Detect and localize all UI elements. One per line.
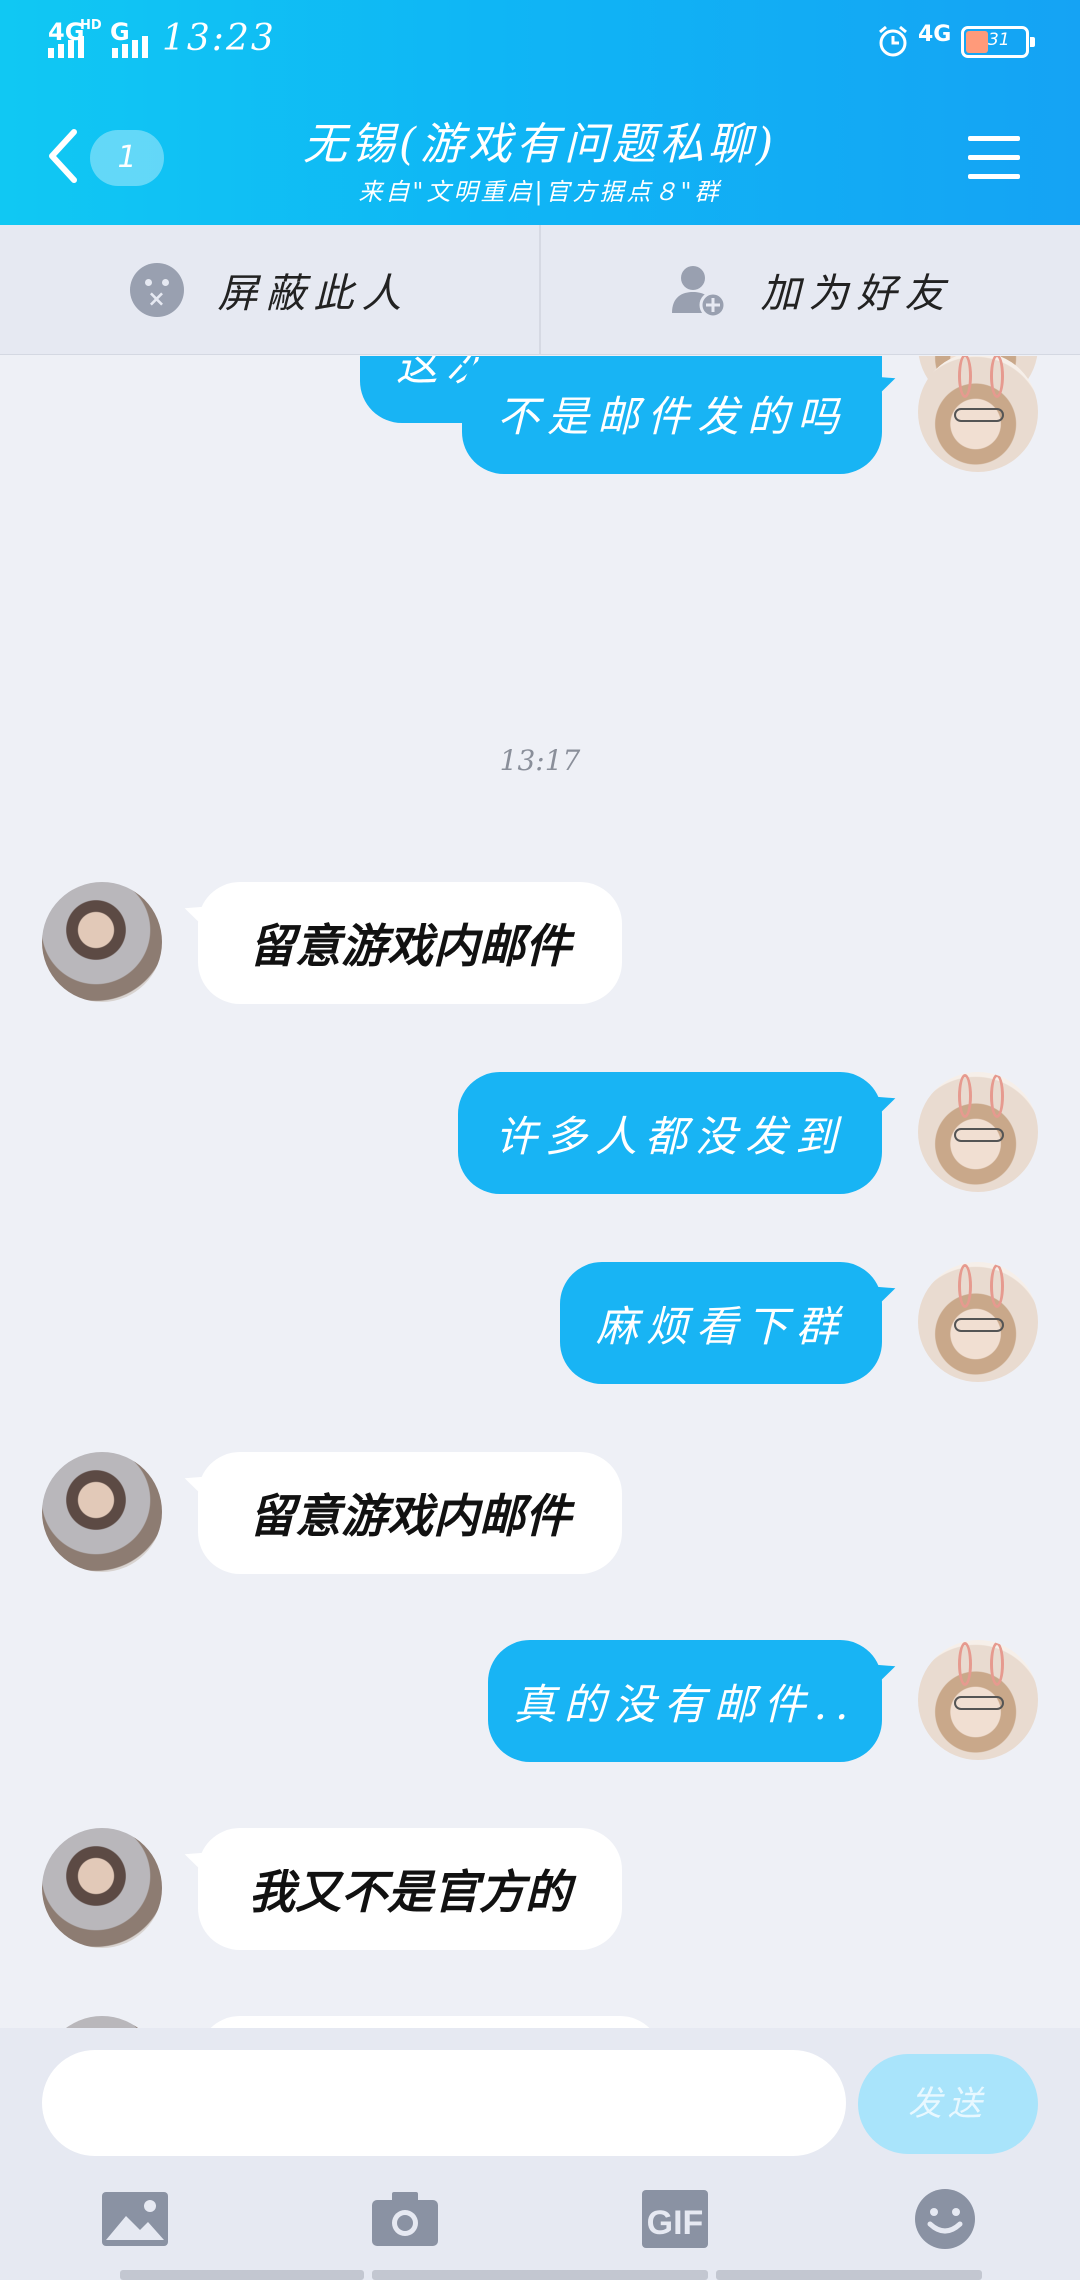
incoming-bubble[interactable]: 我又不是官方的 [198,1828,622,1950]
composer: 发送 GIF [0,2028,1080,2280]
keyboard-tab-indicator [372,2270,708,2280]
alarm-icon [879,25,907,57]
my-avatar[interactable] [918,1072,1038,1192]
battery-icon: 31 [961,26,1035,58]
unread-count-badge[interactable]: 1 [90,130,164,186]
add-friend-button[interactable]: 加为好友 [539,225,1080,354]
message-row: 真的没有邮件.. [0,1640,1080,1764]
network-label: 4G [918,22,952,47]
message-row-partial [0,2016,1080,2028]
contact-avatar[interactable] [42,2016,162,2028]
outgoing-bubble[interactable]: 真的没有邮件.. [488,1640,882,1762]
contact-avatar[interactable] [42,1452,162,1572]
signal-hd-label: HD [80,18,102,33]
incoming-bubble[interactable]: 留意游戏内邮件 [198,882,622,1004]
my-avatar[interactable] [918,1640,1038,1760]
block-user-label: 屏蔽此人 [217,270,410,317]
add-friend-icon [671,265,726,318]
header: 4G HD G 13:23 4G 31 1 无锡(游戏有问题私聊) 来自"文明重… [0,0,1080,225]
block-user-button[interactable]: × 屏蔽此人 [0,225,539,354]
emoji-icon[interactable] [910,2188,980,2250]
message-row: 留意游戏内邮件 [0,882,1080,1006]
chat-subtitle: 来自"文明重启|官方据点８"群 [358,178,722,206]
my-avatar[interactable] [918,356,1038,472]
menu-icon[interactable] [968,134,1024,182]
keyboard-tab-indicator [716,2270,982,2280]
message-row: 不是邮件发的吗 [0,356,1080,492]
message-row: 麻烦看下群 [0,1262,1080,1386]
message-input[interactable] [42,2050,846,2156]
keyboard-tab-indicator [120,2270,364,2280]
outgoing-bubble[interactable]: 许多人都没发到 [458,1072,882,1194]
my-avatar[interactable] [918,1262,1038,1382]
message-timestamp: 13:17 [499,744,581,777]
image-icon[interactable] [100,2188,170,2250]
stranger-action-bar: × 屏蔽此人 加为好友 [0,225,1080,355]
outgoing-bubble[interactable]: 麻烦看下群 [560,1262,882,1384]
message-row: 我又不是官方的 [0,1828,1080,1952]
battery-level: 31 [988,30,1010,50]
signal-bars-icon [48,36,84,58]
message-list[interactable]: 这次更新的奖励是啥 不是邮件发的吗 13:17 留意游戏内邮件 许多人都没发到 … [0,356,1080,2028]
message-row: 许多人都没发到 [0,1072,1080,1196]
send-button[interactable]: 发送 [858,2054,1038,2154]
gif-icon[interactable]: GIF [640,2188,710,2250]
message-row: 留意游戏内邮件 [0,1452,1080,1576]
svg-text:GIF: GIF [647,2204,704,2242]
clock: 13:23 [162,18,276,59]
back-chevron-icon[interactable] [46,128,80,184]
signal2-bars-icon [112,36,148,58]
outgoing-bubble[interactable]: 不是邮件发的吗 [462,356,882,474]
contact-avatar[interactable] [42,1828,162,1948]
contact-avatar[interactable] [42,882,162,1002]
block-face-icon: × [129,262,184,317]
status-bar: 4G HD G 13:23 4G 31 [0,0,1080,80]
camera-icon[interactable] [370,2188,440,2250]
chat-title: 无锡(游戏有问题私聊) [302,119,778,170]
incoming-bubble-partial[interactable] [198,2016,662,2028]
incoming-bubble[interactable]: 留意游戏内邮件 [198,1452,622,1574]
add-friend-label: 加为好友 [760,270,953,317]
